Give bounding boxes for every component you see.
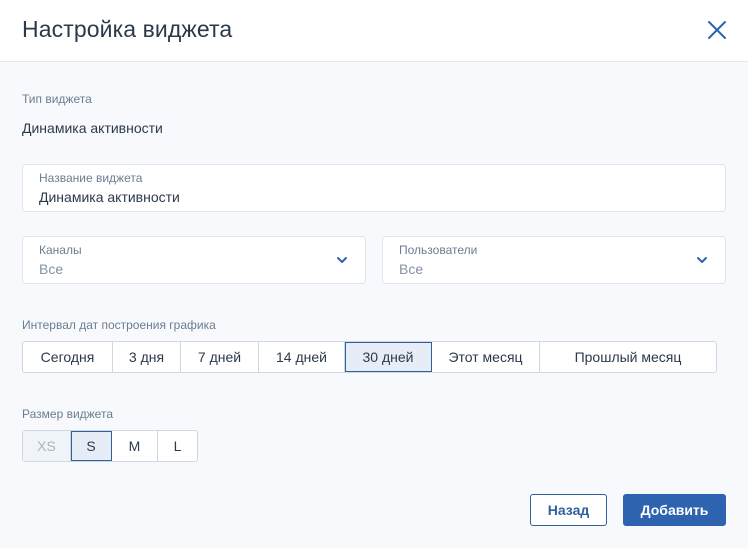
interval-option-14-days[interactable]: 14 дней <box>259 342 345 372</box>
interval-option-this-month[interactable]: Этот месяц <box>432 342 540 372</box>
add-button[interactable]: Добавить <box>623 494 726 526</box>
close-button[interactable] <box>705 18 729 42</box>
size-option-xs: XS <box>23 431 71 461</box>
dialog-title: Настройка виджета <box>22 16 233 42</box>
dialog-header: Настройка виджета <box>0 0 748 62</box>
interval-label: Интервал дат построения графика <box>22 318 216 332</box>
close-icon <box>708 21 726 39</box>
widget-name-value[interactable]: Динамика активности <box>39 189 180 205</box>
size-option-m[interactable]: M <box>112 431 158 461</box>
size-label: Размер виджета <box>22 407 113 421</box>
users-select[interactable]: Пользователи Все <box>382 236 726 284</box>
interval-option-30-days[interactable]: 30 дней <box>345 342 432 372</box>
interval-selector: Сегодня 3 дня 7 дней 14 дней 30 дней Это… <box>22 341 717 373</box>
interval-option-3-days[interactable]: 3 дня <box>113 342 181 372</box>
interval-option-7-days[interactable]: 7 дней <box>181 342 259 372</box>
channels-value: Все <box>39 261 64 277</box>
widget-type-value: Динамика активности <box>22 120 163 136</box>
users-label: Пользователи <box>399 243 478 257</box>
chevron-down-icon <box>697 257 707 263</box>
widget-name-label: Название виджета <box>39 171 143 185</box>
chevron-down-icon <box>337 257 347 263</box>
size-option-l[interactable]: L <box>158 431 197 461</box>
channels-select[interactable]: Каналы Все <box>22 236 366 284</box>
users-value: Все <box>399 261 424 277</box>
channels-label: Каналы <box>39 243 82 257</box>
size-option-s[interactable]: S <box>71 431 112 461</box>
size-selector: XS S M L <box>22 430 198 462</box>
interval-option-today[interactable]: Сегодня <box>23 342 113 372</box>
back-button[interactable]: Назад <box>530 494 607 526</box>
widget-type-label: Тип виджета <box>22 92 92 106</box>
widget-name-field[interactable]: Название виджета Динамика активности <box>22 164 726 212</box>
interval-option-last-month[interactable]: Прошлый месяц <box>540 342 716 372</box>
